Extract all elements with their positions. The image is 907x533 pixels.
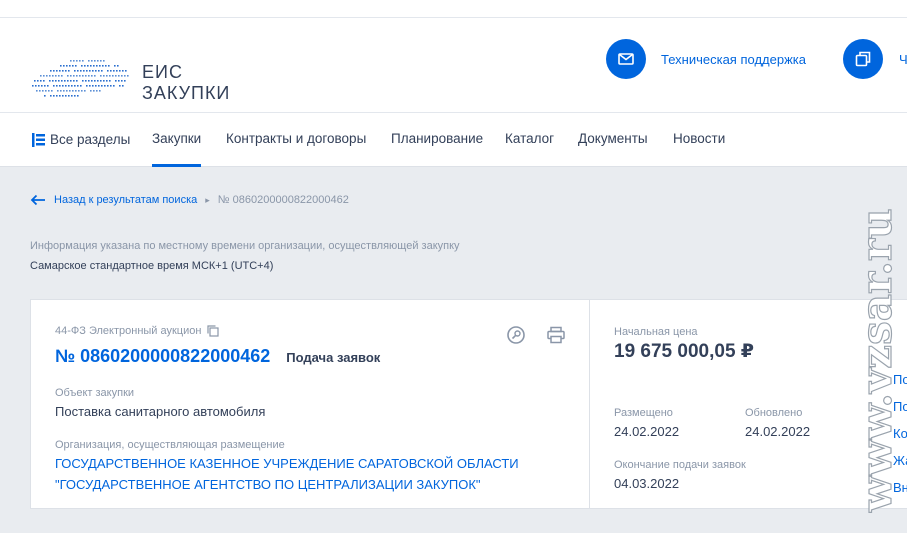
nav-item-contracts[interactable]: Контракты и договоры [226, 113, 366, 167]
deadline-label: Окончание подачи заявок [614, 459, 746, 471]
nav-item-documents[interactable]: Документы [578, 113, 648, 167]
timezone-note: Информация указана по местному времени о… [30, 240, 460, 252]
updated-value: 24.02.2022 [745, 424, 811, 439]
registry-number[interactable]: № 0860200000822000462 [55, 346, 270, 367]
top-strip [0, 0, 907, 18]
breadcrumb-current: № 0860200000822000462 [217, 194, 349, 206]
price-label: Начальная цена [614, 326, 698, 338]
nav-item-news[interactable]: Новости [673, 113, 725, 167]
org-label: Организация, осуществляющая размещение [55, 439, 285, 451]
logo-text[interactable]: ЕИС ЗАКУПКИ [142, 62, 230, 104]
price-value: 19 675 000,05 ₽ [614, 341, 755, 362]
watermark-text: www.vzsar.ru [855, 208, 901, 513]
org-link[interactable]: ГОСУДАРСТВЕННОЕ КАЗЕННОЕ УЧРЕЖДЕНИЕ САРА… [55, 453, 519, 495]
search-doc-icon[interactable] [506, 325, 526, 350]
nav-label: Новости [673, 131, 726, 146]
copy-window-icon [843, 39, 883, 79]
nav-item-catalog[interactable]: Каталог [505, 113, 554, 167]
mail-icon [606, 39, 646, 79]
object-value: Поставка санитарного автомобиля [55, 404, 266, 419]
russia-map-logo[interactable] [30, 56, 130, 108]
second-header-action[interactable]: Ч [843, 39, 907, 79]
second-action-label: Ч [899, 51, 907, 67]
posted-label: Размещено [614, 407, 673, 419]
nav-label: Документы [578, 131, 648, 146]
law-type: 44-ФЗ Электронный аукцион [55, 325, 202, 337]
back-to-results-link[interactable]: Назад к результатам поиска [54, 194, 197, 206]
copy-icon[interactable] [207, 325, 220, 337]
arrow-left-icon[interactable] [30, 194, 46, 206]
nav-item-purchases[interactable]: Закупки [152, 113, 202, 167]
nav-label: Закупки [152, 131, 202, 146]
org-name-line-1: ГОСУДАРСТВЕННОЕ КАЗЕННОЕ УЧРЕЖДЕНИЕ САРА… [55, 456, 519, 471]
purchase-card: 44-ФЗ Электронный аукцион № 086020000082… [30, 299, 590, 509]
posted-value: 24.02.2022 [614, 424, 680, 439]
nav-label: Контракты и договоры [226, 131, 367, 146]
watermark: www.vzsar.ru [851, 190, 905, 520]
deadline-value: 04.03.2022 [614, 476, 680, 491]
nav-label: Планирование [391, 131, 484, 146]
logo-line-1: ЕИС [142, 62, 183, 82]
nav-item-all-sections[interactable]: Все разделы [32, 113, 130, 167]
site-header: ЕИС ЗАКУПКИ Техническая поддержка Ч [0, 18, 907, 113]
sections-icon [32, 133, 45, 147]
procurement-stage: Подача заявок [286, 350, 381, 365]
logo-line-2: ЗАКУПКИ [142, 83, 231, 103]
support-label: Техническая поддержка [661, 51, 806, 67]
org-name-line-2: "ГОСУДАРСТВЕННОЕ АГЕНТСТВО ПО ЦЕНТРАЛИЗА… [55, 477, 481, 492]
nav-label: Каталог [505, 131, 555, 146]
object-label: Объект закупки [55, 387, 135, 399]
support-link[interactable]: Техническая поддержка [606, 39, 806, 79]
breadcrumb: Назад к результатам поиска ▸ № 086020000… [30, 194, 349, 206]
updated-label: Обновлено [745, 407, 803, 419]
breadcrumb-separator-icon: ▸ [205, 194, 210, 205]
print-icon[interactable] [546, 325, 566, 350]
nav-item-planning[interactable]: Планирование [391, 113, 483, 167]
main-nav: Все разделы Закупки Контракты и договоры… [0, 113, 907, 167]
timezone-value: Самарское стандартное время МСК+1 (UTC+4… [30, 260, 274, 272]
nav-label: Все разделы [50, 132, 131, 147]
